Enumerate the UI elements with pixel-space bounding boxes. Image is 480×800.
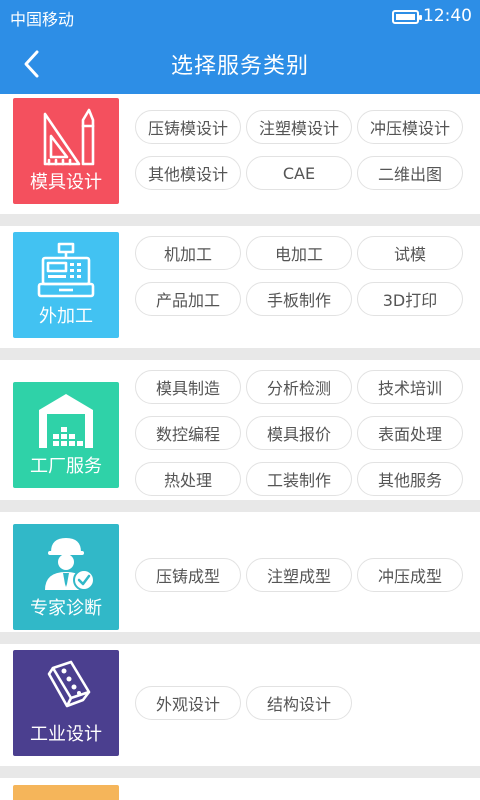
title-bar: 选择服务类别 (0, 34, 480, 94)
service-chip[interactable]: 二维出图 (357, 156, 463, 190)
expert-engineer-icon (45, 538, 95, 591)
category-section-factory-service: 工厂服务 模具制造 分析检测 技术培训 数控编程 模具报价 表面处理 热处理 工… (0, 360, 480, 512)
service-chip[interactable]: 工装制作 (246, 462, 352, 496)
category-section-mold-design: 模具设计 压铸模设计 注塑模设计 冲压模设计 其他模设计 CAE 二维出图 (0, 94, 480, 226)
service-chip-group: 外观设计 结构设计 (135, 686, 465, 720)
carrier-name: 中国移动 (10, 10, 75, 29)
service-chip-group: 压铸成型 注塑成型 冲压成型 (135, 558, 465, 592)
service-chip[interactable]: 注塑成型 (246, 558, 352, 592)
category-tile-industrial-design[interactable]: 工业设计 (13, 650, 119, 756)
category-label: 外加工 (39, 306, 93, 327)
next-category-tile-peek[interactable] (13, 785, 119, 800)
category-section-industrial-design: 工业设计 外观设计 结构设计 (0, 644, 480, 778)
service-chip[interactable]: 其他服务 (357, 462, 463, 496)
category-tile-factory-service[interactable]: 工厂服务 (13, 382, 119, 488)
status-bar: 中国移动 12:40 (0, 0, 480, 34)
service-chip[interactable]: 数控编程 (135, 416, 241, 450)
battery-icon (392, 10, 422, 24)
service-chip[interactable]: 技术培训 (357, 370, 463, 404)
category-label: 工业设计 (30, 724, 102, 745)
service-chip[interactable]: 结构设计 (246, 686, 352, 720)
drafting-tools-icon (43, 108, 95, 166)
service-chip[interactable]: 试模 (357, 236, 463, 270)
service-chip[interactable]: CAE (246, 156, 352, 190)
industrial-brick-icon (47, 660, 91, 708)
service-chip[interactable]: 模具制造 (135, 370, 241, 404)
category-tile-expert-diagnosis[interactable]: 专家诊断 (13, 524, 119, 630)
category-list: 模具设计 压铸模设计 注塑模设计 冲压模设计 其他模设计 CAE 二维出图 外加… (0, 94, 480, 778)
service-chip[interactable]: 机加工 (135, 236, 241, 270)
service-chip-group: 压铸模设计 注塑模设计 冲压模设计 其他模设计 CAE 二维出图 (135, 110, 465, 190)
service-chip[interactable]: 模具报价 (246, 416, 352, 450)
category-tile-mold-design[interactable]: 模具设计 (13, 98, 119, 204)
clock: 12:40 (423, 6, 472, 26)
service-chip-group: 机加工 电加工 试模 产品加工 手板制作 3D打印 (135, 236, 465, 316)
cash-register-icon (37, 242, 95, 298)
category-tile-outsourcing[interactable]: 外加工 (13, 232, 119, 338)
category-label: 模具设计 (30, 172, 102, 193)
service-chip[interactable]: 3D打印 (357, 282, 463, 316)
category-label: 工厂服务 (30, 456, 102, 477)
service-chip[interactable]: 手板制作 (246, 282, 352, 316)
service-chip[interactable]: 其他模设计 (135, 156, 241, 190)
service-chip[interactable]: 注塑模设计 (246, 110, 352, 144)
service-chip[interactable]: 压铸成型 (135, 558, 241, 592)
service-chip-group: 模具制造 分析检测 技术培训 数控编程 模具报价 表面处理 热处理 工装制作 其… (135, 370, 465, 496)
category-section-expert-diagnosis: 专家诊断 压铸成型 注塑成型 冲压成型 (0, 512, 480, 644)
service-chip[interactable]: 电加工 (246, 236, 352, 270)
service-chip[interactable]: 冲压成型 (357, 558, 463, 592)
service-chip[interactable]: 外观设计 (135, 686, 241, 720)
service-chip[interactable]: 产品加工 (135, 282, 241, 316)
service-chip[interactable]: 分析检测 (246, 370, 352, 404)
factory-warehouse-icon (39, 394, 93, 448)
category-section-outsourcing: 外加工 机加工 电加工 试模 产品加工 手板制作 3D打印 (0, 226, 480, 360)
service-chip[interactable]: 表面处理 (357, 416, 463, 450)
service-chip[interactable]: 冲压模设计 (357, 110, 463, 144)
service-chip[interactable]: 压铸模设计 (135, 110, 241, 144)
category-label: 专家诊断 (30, 598, 102, 619)
page-title: 选择服务类别 (170, 54, 309, 79)
service-chip[interactable]: 热处理 (135, 462, 241, 496)
